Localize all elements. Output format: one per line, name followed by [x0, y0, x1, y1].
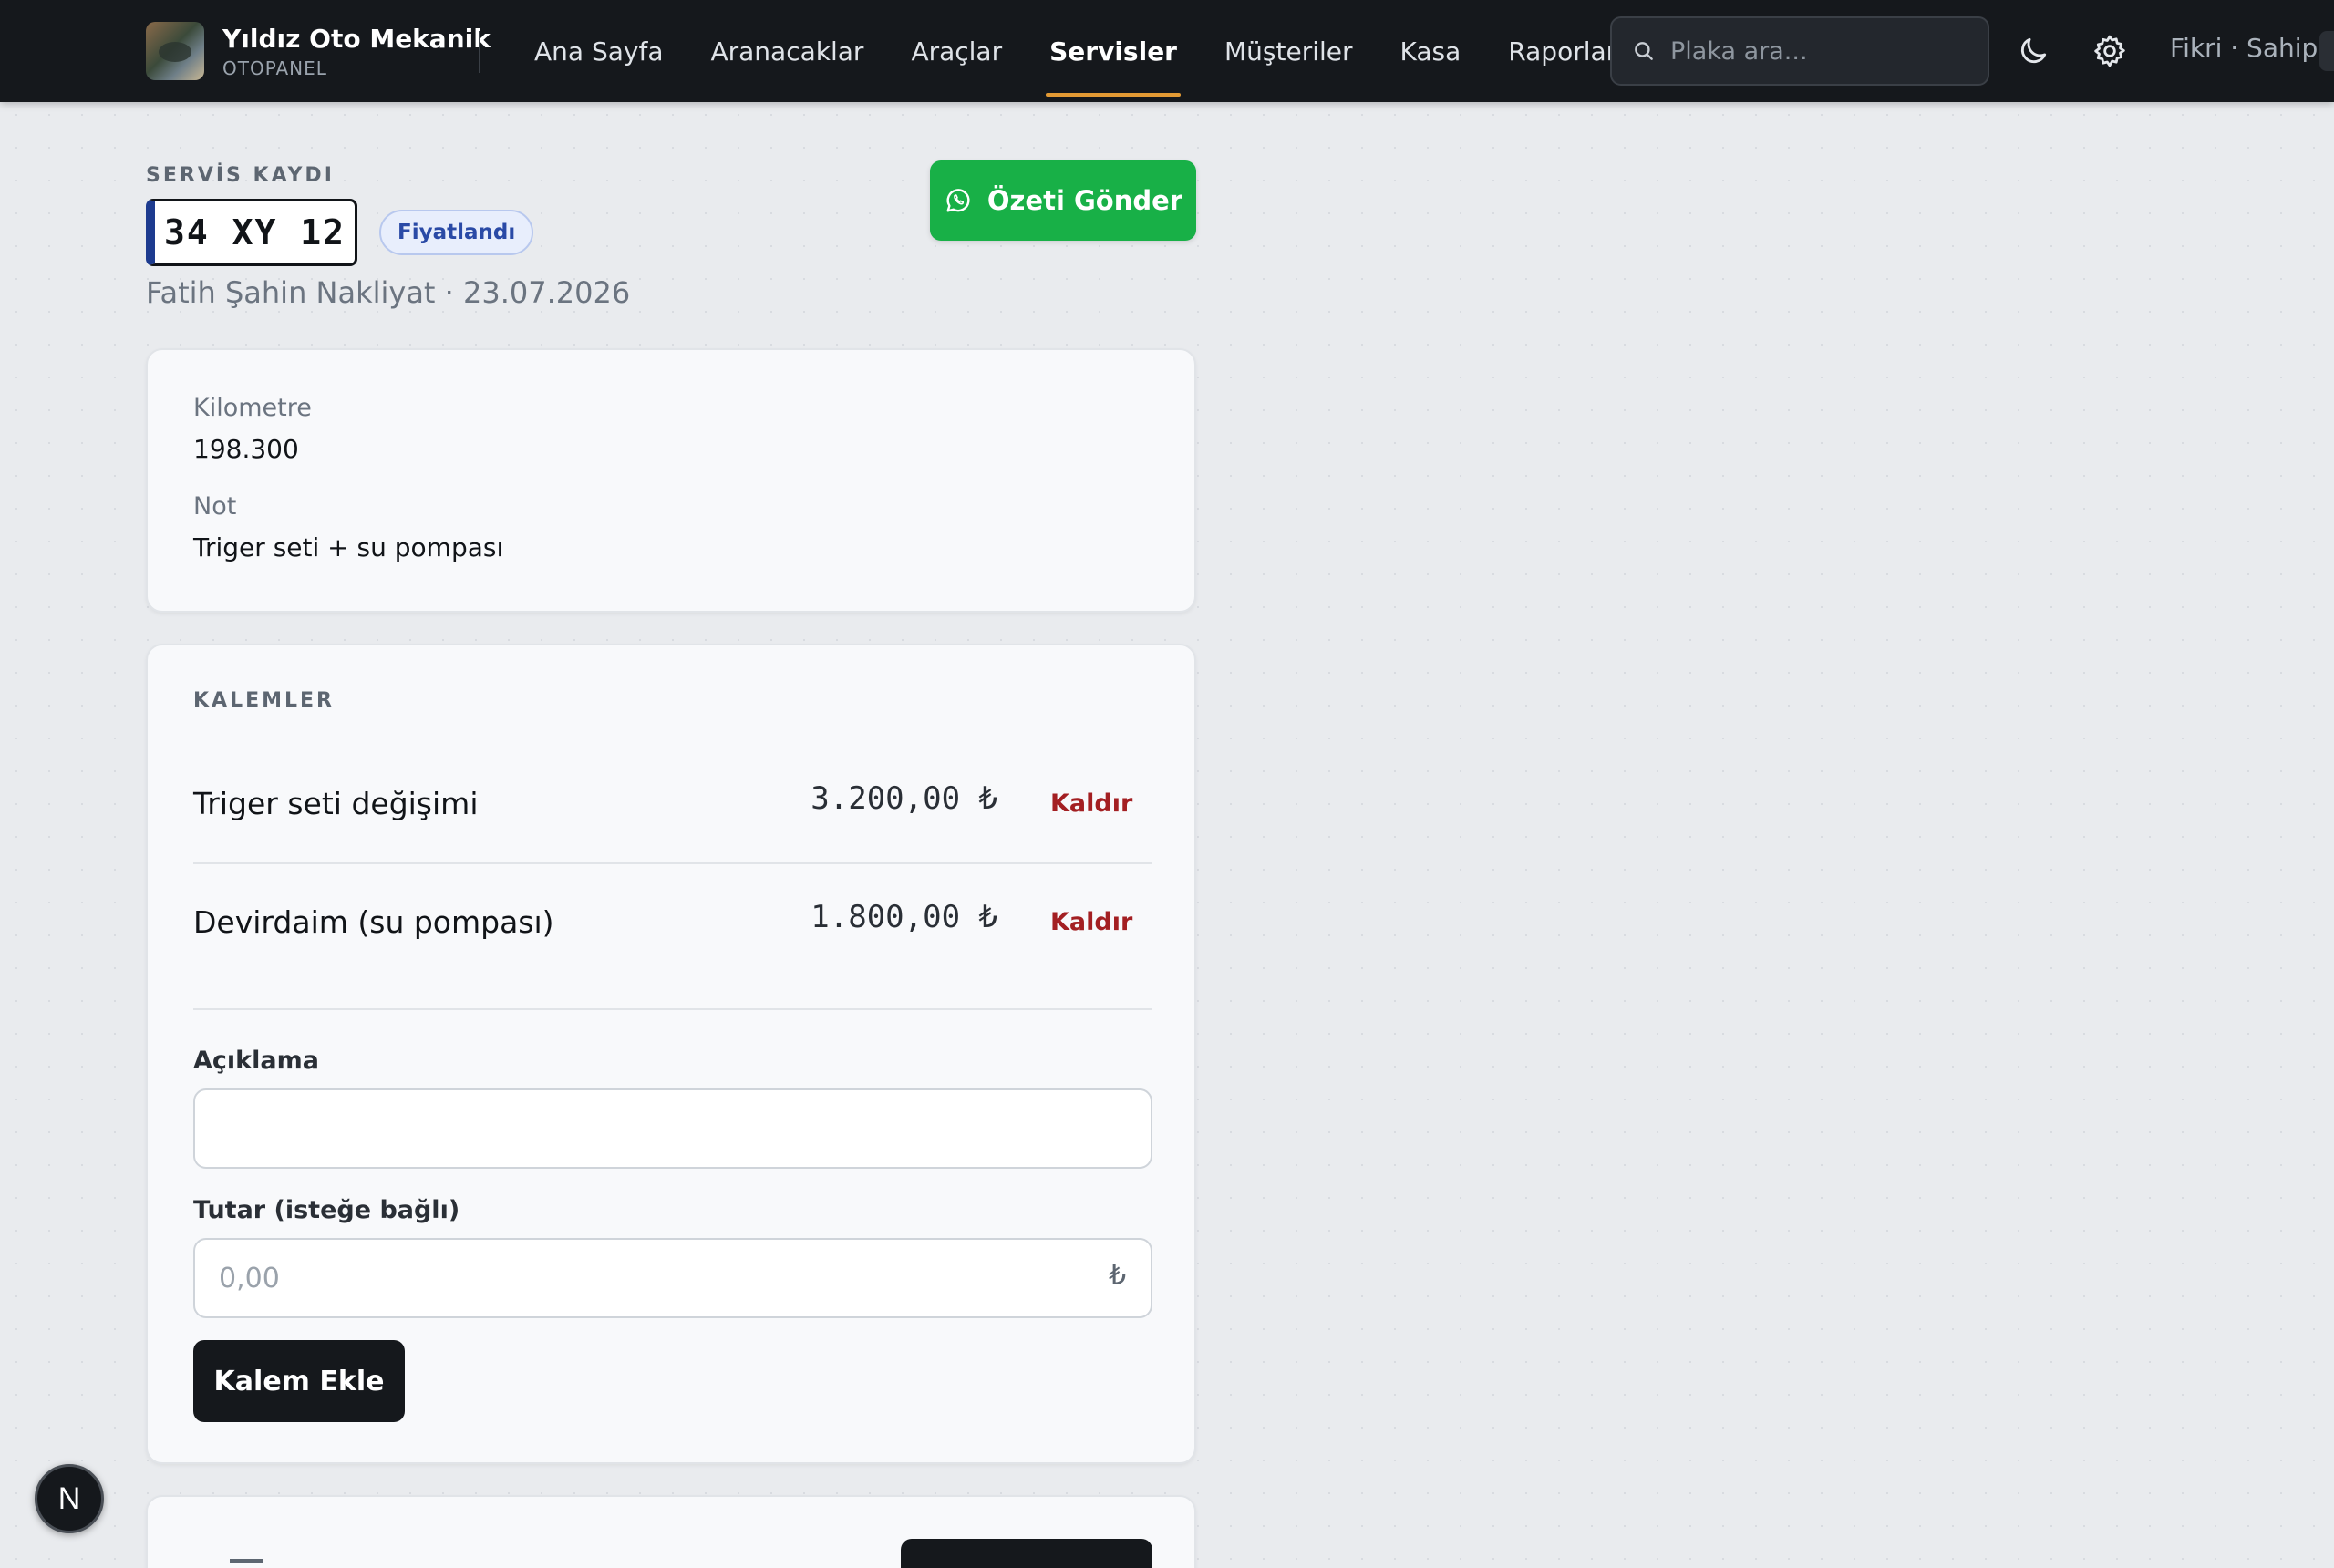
search-icon: [1635, 42, 1653, 60]
line-items-card: KALEMLER Triger seti değişimi 3.200,00 ₺…: [146, 644, 1196, 1464]
theme-toggle-button[interactable]: [2011, 29, 2055, 73]
send-summary-label: Özeti Gönder: [986, 185, 1183, 216]
line-item-row: Devirdaim (su pompası) 1.800,00 ₺ Kaldır: [193, 862, 1152, 979]
customer-date-line: Fatih Şahin Nakliyat · 23.07.2026: [146, 275, 631, 310]
user-menu-button[interactable]: [2319, 31, 2334, 71]
nav-item-servisler[interactable]: Servisler: [1026, 0, 1201, 102]
description-field[interactable]: [193, 1088, 1152, 1169]
license-plate: 34 XY 12: [146, 199, 357, 266]
plate-search[interactable]: [1610, 16, 1989, 86]
amount-field[interactable]: [193, 1238, 1152, 1318]
km-value: 198.300: [193, 434, 299, 464]
brand-subtitle: OTOPANEL: [222, 57, 327, 79]
brand-text: Yıldız Oto Mekanik OTOPANEL: [222, 24, 491, 79]
add-line-item-button[interactable]: Kalem Ekle: [193, 1340, 405, 1422]
brand-divider: [479, 31, 480, 73]
line-item-description: Triger seti değişimi: [193, 786, 479, 821]
user-menu[interactable]: Fikri · Sahip: [2170, 33, 2318, 63]
note-label: Not: [193, 492, 237, 521]
brand-name: Yıldız Oto Mekanik: [222, 23, 491, 54]
line-item-amount: 3.200,00 ₺: [811, 780, 997, 817]
send-summary-button[interactable]: Özeti Gönder: [930, 160, 1196, 241]
status-badge: Fiyatlandı: [379, 210, 534, 255]
whatsapp-icon: [946, 189, 970, 212]
nav-item-araclar[interactable]: Araçlar: [887, 0, 1026, 102]
service-info-card: Kilometre 198.300 Not Triger seti + su p…: [146, 348, 1196, 613]
main-nav: Ana Sayfa Aranacaklar Araçlar Servisler …: [511, 0, 1640, 102]
section-eyebrow: SERVİS KAYDI: [146, 164, 335, 187]
currency-suffix: ₺: [1109, 1260, 1127, 1292]
line-items-title: KALEMLER: [193, 689, 336, 712]
line-item-row: Triger seti değişimi 3.200,00 ₺ Kaldır: [193, 744, 1152, 861]
gear-icon: [2094, 35, 2125, 67]
line-item-amount: 1.800,00 ₺: [811, 899, 997, 935]
line-item-description: Devirdaim (su pompası): [193, 904, 554, 940]
km-label: Kilometre: [193, 394, 312, 422]
brand[interactable]: Yıldız Oto Mekanik OTOPANEL: [146, 22, 491, 80]
settings-button[interactable]: [2088, 29, 2132, 73]
nav-item-ana-sayfa[interactable]: Ana Sayfa: [511, 0, 687, 102]
moon-icon: [2020, 37, 2047, 64]
remove-line-item-button[interactable]: Kaldır: [1050, 908, 1132, 936]
next-section-title: [193, 1546, 266, 1566]
search-input[interactable]: [1670, 36, 1962, 66]
nav-item-kasa[interactable]: Kasa: [1377, 0, 1485, 102]
next-section-button[interactable]: [901, 1539, 1152, 1568]
form-divider: [193, 1008, 1152, 1010]
dev-tools-badge[interactable]: N: [35, 1464, 104, 1533]
description-field-label: Açıklama: [193, 1047, 319, 1075]
top-navigation-bar: Yıldız Oto Mekanik OTOPANEL Ana Sayfa Ar…: [0, 0, 2334, 102]
nav-item-aranacaklar[interactable]: Aranacaklar: [687, 0, 887, 102]
remove-line-item-button[interactable]: Kaldır: [1050, 789, 1132, 818]
nav-item-musteriler[interactable]: Müşteriler: [1201, 0, 1377, 102]
note-value: Triger seti + su pompası: [193, 532, 504, 562]
amount-field-label: Tutar (isteğe bağlı): [193, 1196, 460, 1224]
next-section-card: [146, 1495, 1196, 1568]
brand-logo: [146, 22, 204, 80]
